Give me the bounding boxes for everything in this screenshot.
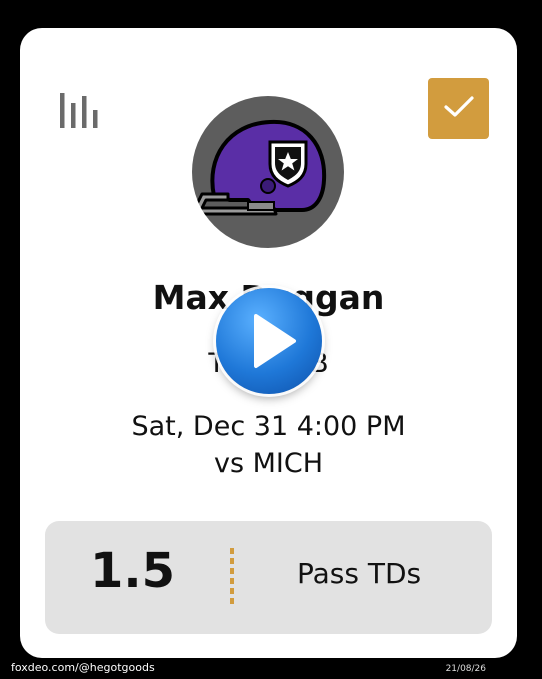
watermark-right: 21/08/26 bbox=[445, 664, 486, 674]
football-helmet-icon bbox=[192, 119, 344, 248]
bar-chart-icon[interactable] bbox=[58, 90, 104, 130]
prop-line-value: 1.5 bbox=[90, 543, 176, 599]
check-icon bbox=[443, 95, 475, 123]
opponent: vs MICH bbox=[213, 448, 324, 479]
prop-line-bar[interactable]: 1.5 Pass TDs bbox=[45, 521, 492, 634]
prop-stat-label: Pass TDs bbox=[297, 557, 422, 590]
prop-card[interactable]: Max Duggan TCU - QB Sat, Dec 31 4:00 PM … bbox=[20, 28, 517, 658]
game-time: Sat, Dec 31 4:00 PM bbox=[131, 411, 406, 442]
watermark-left: foxdeo.com/@hegotgoods bbox=[11, 661, 155, 674]
prop-divider bbox=[230, 548, 234, 608]
player-avatar bbox=[192, 96, 344, 248]
select-pick-button[interactable] bbox=[428, 78, 489, 139]
video-play-button[interactable] bbox=[216, 288, 322, 394]
